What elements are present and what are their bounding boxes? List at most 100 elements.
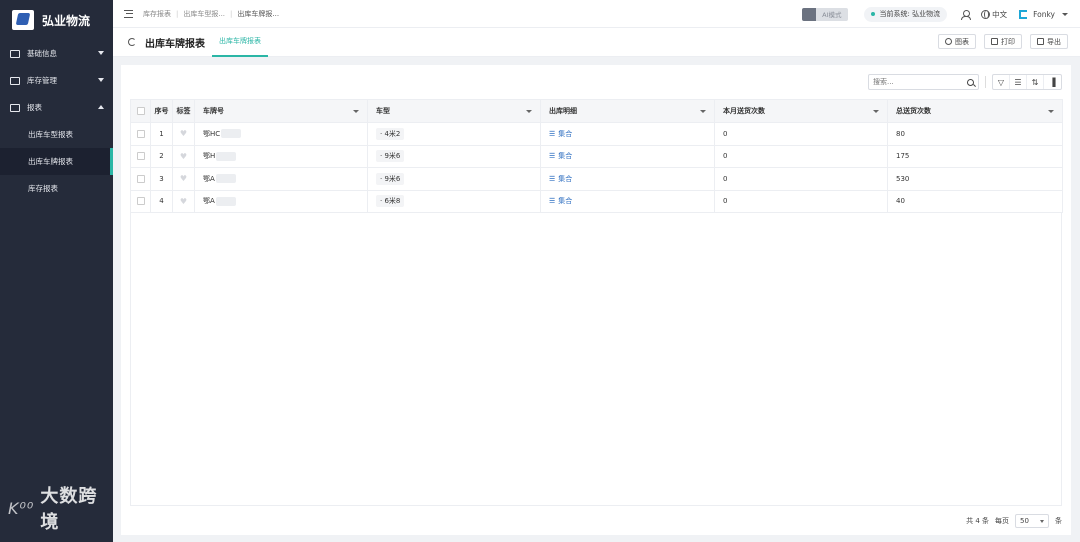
sidebar-item-basic-info[interactable]: 基础信息 [0,40,113,67]
row-month-count: 0 [714,189,888,213]
sidebar-item-reports[interactable]: 报表 [0,94,113,121]
table-row[interactable]: 3 ♥ 鄂A · 9米6 ☰ 集合 0 530 [130,167,1063,191]
blurred-region [215,174,236,184]
user-icon[interactable] [961,9,972,20]
table-row[interactable]: 1 ♥ 鄂HC · 4米2 ☰ 集合 0 80 [130,122,1063,146]
sidebar-subitem-plate-report[interactable]: 出库车牌报表 [0,148,113,175]
breadcrumb-item[interactable]: 出库车牌报... [237,9,279,19]
chart-button[interactable]: 图表 [938,34,976,49]
export-button-label: 导出 [1047,37,1061,46]
row-checkbox[interactable] [136,174,145,183]
current-system-pill[interactable]: 当前系统: 弘业物流 [863,6,948,22]
table-tools: ▽ ☰ ⇅ ▐ [992,74,1062,90]
heart-icon[interactable]: ♥ [180,197,187,206]
column-header-month-count[interactable]: 本月送货次数 [714,99,888,123]
row-checkbox[interactable] [136,152,145,161]
heart-icon[interactable]: ♥ [180,174,187,183]
row-type: · 6米8 [367,189,541,213]
topbar: 库存报表 | 出库车型报... | 出库车牌报... AI模式 当前系统: 弘业… [113,0,1080,28]
per-page-label: 每页 [995,517,1009,525]
plate-report-table: 序号 标签 车牌号 车型 出库明细 本月送货次数 总送货次数 1 ♥ 鄂HC ·… [130,99,1063,213]
print-button[interactable]: 打印 [984,34,1022,49]
vehicle-type-tag: · 9米6 [376,172,405,185]
sidebar: 弘业物流 基础信息 库存管理 报表 出库车型报表 出库车牌报表 库存报表 K⁰⁰… [0,0,113,542]
row-type: · 9米6 [367,167,541,191]
select-all-cell [130,99,151,123]
tab-plate-report[interactable]: 出库车牌报表 [212,28,268,57]
ai-mode-toggle[interactable]: AI模式 [802,7,848,21]
row-tag: ♥ [172,167,195,191]
breadcrumb-separator: | [230,9,233,18]
column-menu-icon[interactable] [873,110,879,113]
table-row[interactable]: 4 ♥ 鄂A · 6米8 ☰ 集合 0 40 [130,189,1063,213]
per-page-unit: 条 [1055,517,1062,525]
refresh-icon[interactable] [128,38,136,46]
breadcrumb-item[interactable]: 库存报表 [143,9,171,19]
menu-collapse-icon[interactable] [124,9,133,18]
plate-number: 鄂H [203,152,216,161]
breadcrumb-item[interactable]: 出库车型报... [183,9,225,19]
search-icon[interactable] [967,78,974,86]
row-plate: 鄂H [194,144,368,168]
breadcrumb-separator: | [176,9,179,18]
list-icon: ☰ [549,152,556,161]
column-header-label: 总送货次数 [896,107,931,115]
filter-icon[interactable]: ▽ [993,75,1010,89]
sidebar-subitem-label: 出库车型报表 [28,130,73,139]
search-input[interactable] [873,78,961,86]
account-menu[interactable]: Fonky [1019,9,1068,19]
column-menu-icon[interactable] [1048,110,1054,113]
page-size-value: 50 [1020,517,1029,525]
toggle-knob [802,7,817,21]
list-icon: ☰ [549,197,556,206]
brand[interactable]: 弘业物流 [0,0,113,40]
row-total-count: 175 [887,144,1063,168]
sort-icon[interactable]: ⇅ [1027,75,1044,89]
detail-link[interactable]: ☰ 集合 [549,129,572,139]
sidebar-item-label: 基础信息 [27,49,57,58]
detail-link[interactable]: ☰ 集合 [549,174,572,184]
sidebar-subitem-label: 出库车牌报表 [28,157,73,166]
column-menu-icon[interactable] [353,110,359,113]
column-header-type[interactable]: 车型 [367,99,541,123]
sidebar-subitem-model-report[interactable]: 出库车型报表 [0,121,113,148]
bar-chart-icon[interactable]: ▐ [1044,75,1061,89]
plate-number: 鄂HC [203,129,221,138]
export-button[interactable]: 导出 [1030,34,1068,49]
column-header-label: 本月送货次数 [723,107,765,115]
row-select-cell [130,167,151,191]
language-switch[interactable]: 中文 [981,9,1007,20]
column-header-detail[interactable]: 出库明细 [540,99,715,123]
sidebar-subitem-stock-report[interactable]: 库存报表 [0,175,113,202]
box-icon [10,76,20,85]
page-size-select[interactable]: 50 [1015,514,1049,528]
row-checkbox[interactable] [136,129,145,138]
watermark: K⁰⁰ 大数跨境 [8,482,113,534]
language-label: 中文 [992,9,1008,19]
table-row[interactable]: 2 ♥ 鄂H · 9米6 ☰ 集合 0 175 [130,144,1063,168]
username: Fonky [1033,9,1055,19]
heart-icon[interactable]: ♥ [180,152,187,161]
row-tag: ♥ [172,122,195,146]
vehicle-type-label: 4米2 [384,129,401,138]
list-icon: ☰ [549,174,556,183]
row-index: 4 [150,189,173,213]
sidebar-item-inventory[interactable]: 库存管理 [0,67,113,94]
account-logo-icon [1019,9,1028,19]
detail-link-label: 集合 [558,152,573,161]
column-header-plate[interactable]: 车牌号 [194,99,368,123]
plate-number: 鄂A [203,197,215,206]
column-menu-icon[interactable] [526,110,532,113]
detail-link[interactable]: ☰ 集合 [549,196,572,206]
sidebar-item-label: 报表 [27,103,42,112]
row-checkbox[interactable] [136,197,145,206]
select-all-checkbox[interactable] [136,107,145,115]
heart-icon[interactable]: ♥ [180,129,187,138]
row-plate: 鄂A [194,167,368,191]
density-icon[interactable]: ☰ [1010,75,1027,89]
column-header-total-count[interactable]: 总送货次数 [887,99,1063,123]
detail-link[interactable]: ☰ 集合 [549,151,572,161]
globe-icon [981,9,991,19]
brand-logo-icon [12,10,34,30]
column-menu-icon[interactable] [700,110,706,113]
